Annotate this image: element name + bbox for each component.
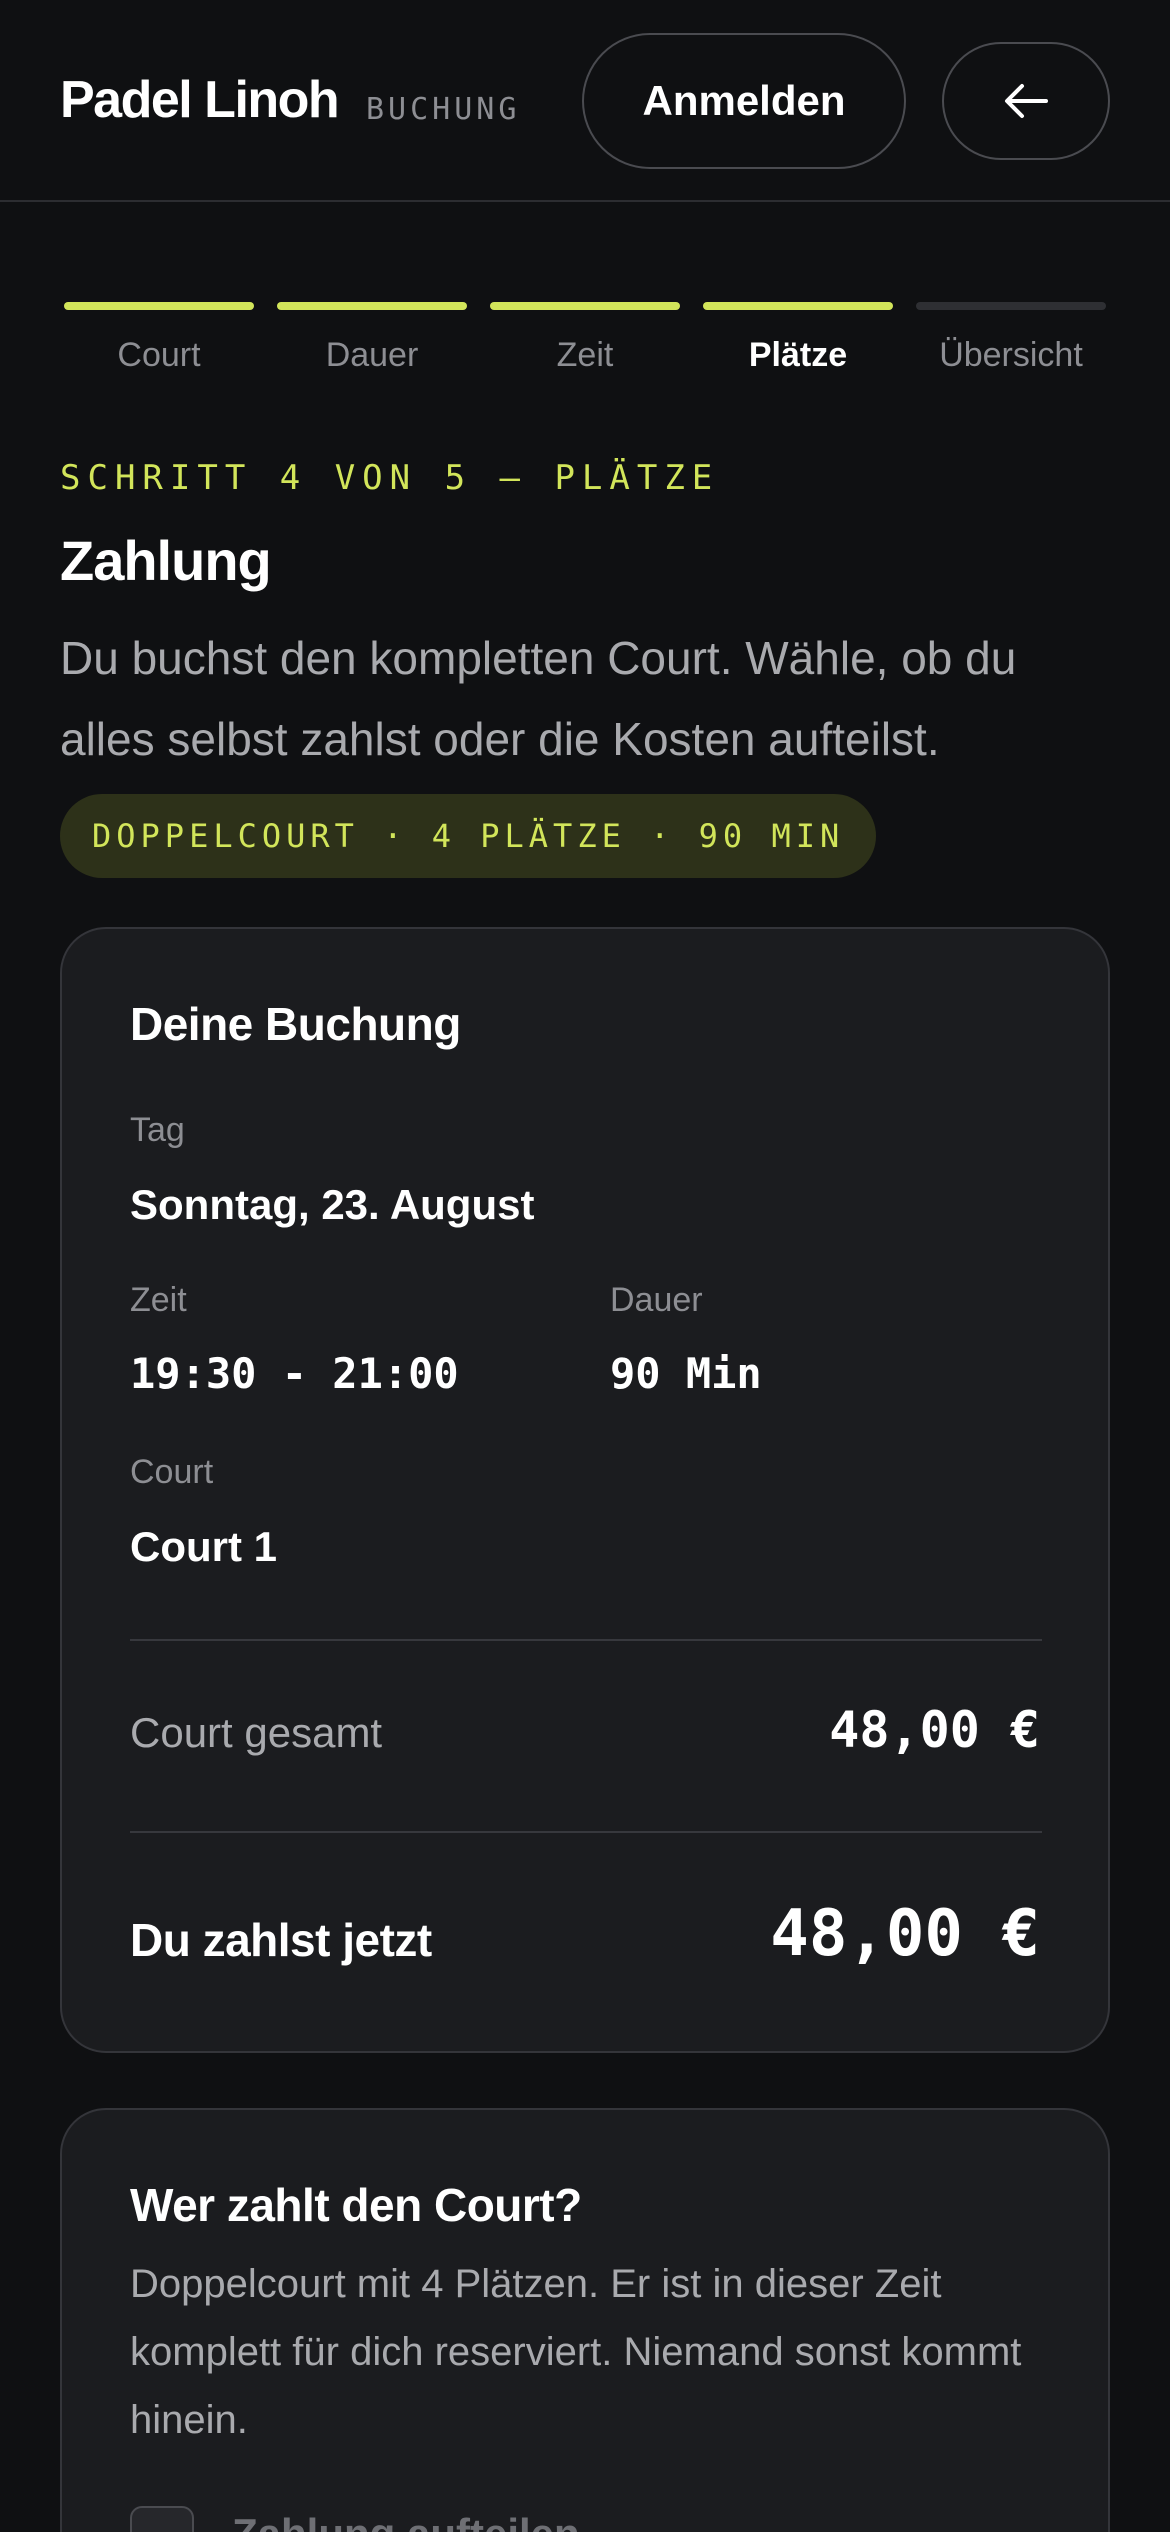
payer-card-title: Wer zahlt den Court? (130, 2179, 582, 2231)
step-label: Plätze (748, 336, 848, 374)
step-label: Zeit (556, 336, 614, 374)
app-header: Padel Linoh BUCHUNG Anmelden (0, 0, 1170, 202)
step-label: Übersicht (939, 336, 1083, 374)
step-zeit[interactable]: Zeit (490, 300, 680, 380)
subtotal-value: 48,00 € (829, 1701, 1040, 1759)
step-plaetze[interactable]: Plätze (703, 300, 893, 380)
brand-subtitle: BUCHUNG (366, 92, 521, 127)
court-info-chip: DOPPELCOURT · 4 PLÄTZE · 90 MIN (60, 794, 877, 878)
payer-description: Doppelcourt mit 4 Plätzen. Er ist in die… (130, 2262, 1022, 2442)
step-bar (277, 302, 467, 310)
split-payment-checkbox[interactable] (130, 2506, 194, 2532)
page-description: Du buchst den kompletten Court. Wähle, o… (60, 632, 1017, 765)
step-kicker: SCHRITT 4 VON 5 — PLÄTZE (60, 458, 720, 498)
login-button[interactable]: Anmelden (582, 33, 906, 169)
page-title: Zahlung (60, 529, 272, 592)
arrow-left-icon (1005, 84, 1048, 118)
day-label: Tag (130, 1111, 185, 1149)
divider (130, 1639, 1042, 1641)
duration-label: Dauer (610, 1281, 703, 1319)
step-dauer[interactable]: Dauer (277, 300, 467, 380)
duration-value: 90 Min (610, 1349, 762, 1398)
time-value: 19:30 - 21:00 (130, 1349, 459, 1398)
step-bar (490, 302, 680, 310)
step-uebersicht[interactable]: Übersicht (916, 300, 1106, 380)
total-value: 48,00 € (770, 1897, 1040, 1971)
court-value: Court 1 (130, 1523, 277, 1570)
step-label: Dauer (325, 336, 419, 374)
day-value: Sonntag, 23. August (130, 1181, 535, 1228)
step-label: Court (117, 336, 201, 374)
booking-card-title: Deine Buchung (130, 998, 461, 1050)
total-label: Du zahlst jetzt (130, 1914, 432, 1966)
booking-summary-card: Deine Buchung Tag Sonntag, 23. August Ze… (60, 927, 1110, 2053)
progress-steps: Court Dauer Zeit Plätze Übersicht (64, 300, 1106, 380)
subtotal-label: Court gesamt (130, 1709, 383, 1756)
court-label: Court (130, 1453, 214, 1491)
divider (130, 1831, 1042, 1833)
step-bar (916, 302, 1106, 310)
step-court[interactable]: Court (64, 300, 254, 380)
split-payment-label[interactable]: Zahlung aufteilen (232, 2510, 580, 2532)
step-bar (64, 302, 254, 310)
time-label: Zeit (130, 1281, 187, 1319)
brand-logo[interactable]: Padel Linoh (60, 70, 340, 130)
payer-card: Wer zahlt den Court? Doppelcourt mit 4 P… (60, 2108, 1110, 2532)
step-bar (703, 302, 893, 310)
back-button[interactable] (942, 42, 1110, 160)
